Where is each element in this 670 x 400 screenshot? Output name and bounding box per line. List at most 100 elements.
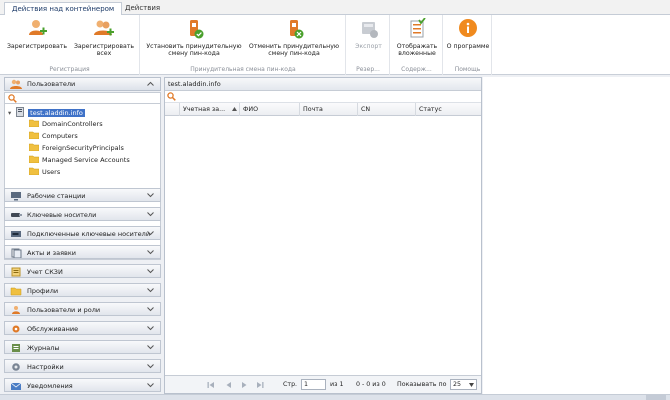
grid-search-input[interactable]	[165, 91, 481, 103]
notifications-icon	[10, 382, 22, 390]
tree-root-node[interactable]: ▾ test.aladdin.info	[8, 107, 85, 118]
first-page-icon[interactable]	[207, 381, 215, 389]
nav-item-profiles[interactable]: Профили	[4, 283, 161, 297]
ribbon-tab-strip: Действия над контейнером Действия	[0, 0, 670, 16]
pin-set-icon	[190, 20, 204, 39]
server-icon	[16, 107, 25, 117]
column-header-account[interactable]: Учетная за...	[179, 103, 239, 116]
set-pin-change-button[interactable]: Установить принудительную смену пин-кода	[145, 18, 243, 57]
register-all-button[interactable]: Зарегистрировать всех	[72, 18, 136, 57]
folder-icon	[29, 143, 39, 151]
tab-actions[interactable]: Действия	[118, 2, 167, 16]
group-backup: Экспорт Резер...	[347, 15, 390, 75]
grid-body	[165, 116, 481, 374]
nav-header-users[interactable]: Пользователи	[4, 77, 161, 91]
nav-item-key-carriers[interactable]: Ключевые носители	[4, 207, 161, 221]
ribbon: Зарегистрировать Зарегистрировать всех Р…	[0, 15, 670, 75]
empty-workspace	[483, 77, 670, 394]
search-icon	[167, 92, 176, 101]
group-registration-label: Регистрация	[49, 66, 90, 73]
journal-icon	[12, 344, 20, 352]
nav-search-input[interactable]	[4, 92, 161, 104]
group-content: Отображать вложенные Содерж...	[391, 15, 443, 75]
tree-node-computers[interactable]: Computers	[29, 131, 78, 142]
group-backup-label: Резер...	[356, 66, 380, 73]
sort-ascending-icon	[232, 107, 237, 111]
status-bar	[0, 394, 670, 400]
page-number-input[interactable]: 1	[301, 379, 326, 390]
nav-item-journals[interactable]: Журналы	[4, 340, 161, 354]
folder-icon	[29, 167, 39, 175]
page-size-select[interactable]: 25	[450, 379, 477, 390]
maintenance-icon	[12, 325, 20, 333]
nav-item-skzi-accounting[interactable]: Учет СКЗИ	[4, 264, 161, 278]
chevron-down-icon	[147, 307, 154, 312]
show-nested-button[interactable]: Отображать вложенные	[393, 18, 441, 57]
register-label: Зарегистрировать	[6, 43, 68, 50]
tree-node-managed-service-accounts[interactable]: Managed Service Accounts	[29, 155, 130, 166]
tree-expand-icon[interactable]: ▾	[8, 108, 14, 119]
nested-list-icon	[410, 18, 426, 38]
set-pin-change-label: Установить принудительную смену пин-кода	[146, 43, 242, 57]
export-button[interactable]: Экспорт	[349, 18, 388, 50]
page-size-label: Показывать по	[397, 381, 447, 388]
group-help-label: Помощь	[454, 66, 481, 73]
nav-item-notifications[interactable]: Уведомления	[4, 378, 161, 392]
pin-cancel-icon	[290, 20, 304, 39]
chevron-down-icon	[147, 383, 154, 388]
application-window: Действия над контейнером Действия Зареги…	[0, 0, 670, 400]
chevron-down-icon	[147, 288, 154, 293]
group-content-label: Содерж...	[401, 66, 432, 73]
workstation-icon	[11, 192, 21, 201]
page-count: из 1	[330, 381, 344, 388]
accounting-icon	[11, 267, 21, 277]
nav-item-acts-and-requests[interactable]: Акты и заявки	[4, 245, 161, 259]
chevron-up-icon	[147, 81, 154, 86]
folder-icon	[29, 155, 39, 163]
about-label: О программе	[446, 43, 490, 50]
nav-item-settings[interactable]: Настройки	[4, 359, 161, 373]
chevron-down-icon	[147, 231, 154, 236]
nav-item-connected-key-carriers[interactable]: Подключенные ключевые носители	[4, 226, 161, 240]
column-header-cn[interactable]: CN	[357, 103, 415, 116]
content-panel: test.aladdin.info Учетная за... ФИО Почт…	[164, 77, 482, 394]
chevron-down-icon	[147, 269, 154, 274]
tree-node-foreignsecurityprincipals[interactable]: ForeignSecurityPrincipals	[29, 143, 124, 154]
profiles-icon	[10, 287, 22, 296]
next-page-icon[interactable]	[240, 381, 248, 389]
chevron-down-icon	[147, 212, 154, 217]
register-button[interactable]: Зарегистрировать	[4, 18, 70, 50]
chevron-down-icon	[147, 345, 154, 350]
tree-node-domaincontrollers[interactable]: DomainControllers	[29, 119, 103, 130]
tab-container-actions[interactable]: Действия над контейнером	[4, 2, 123, 16]
column-header-fullname[interactable]: ФИО	[239, 103, 299, 116]
chevron-down-icon	[469, 383, 474, 387]
cancel-pin-change-button[interactable]: Отменить принудительную смену пин-кода	[245, 18, 343, 57]
last-page-icon[interactable]	[256, 381, 264, 389]
group-help: О программе Помощь	[444, 15, 492, 75]
nav-item-users-and-roles[interactable]: Пользователи и роли	[4, 302, 161, 316]
content-title: test.aladdin.info	[165, 78, 481, 91]
column-header-email[interactable]: Почта	[299, 103, 357, 116]
tree-node-users[interactable]: Users	[29, 167, 60, 178]
column-header-status[interactable]: Статус	[415, 103, 481, 116]
group-pin: Установить принудительную смену пин-кода…	[141, 15, 346, 75]
chevron-down-icon	[147, 364, 154, 369]
tree-root-label: test.aladdin.info	[28, 109, 85, 117]
export-label: Экспорт	[355, 43, 382, 50]
nav-item-maintenance[interactable]: Обслуживание	[4, 321, 161, 335]
settings-icon	[12, 363, 20, 371]
users-icon	[10, 79, 22, 89]
about-button[interactable]: О программе	[446, 18, 490, 50]
previous-page-icon[interactable]	[225, 381, 233, 389]
nav-header-label: Пользователи	[27, 80, 76, 88]
pager: Стр. 1 из 1 0 - 0 из 0 Показывать по 25	[165, 375, 481, 393]
search-icon	[8, 94, 17, 103]
chevron-down-icon	[147, 193, 154, 198]
info-icon	[459, 19, 477, 37]
token-icon	[11, 213, 22, 217]
nav-item-workstations[interactable]: Рабочие станции	[4, 188, 161, 202]
documents-icon	[11, 248, 22, 258]
resize-grip[interactable]	[646, 395, 666, 400]
cancel-pin-change-label: Отменить принудительную смену пин-кода	[248, 43, 340, 57]
